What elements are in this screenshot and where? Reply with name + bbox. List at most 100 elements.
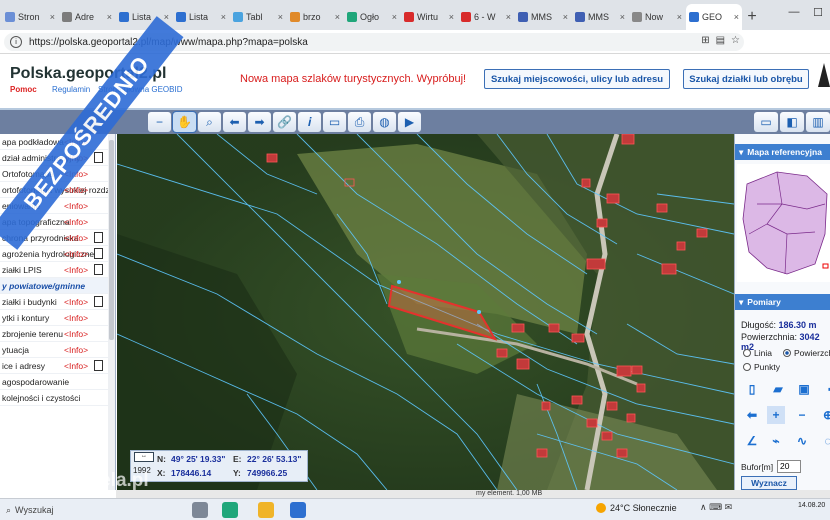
browser-tab[interactable]: Adre × [59, 4, 115, 30]
layer-info-link[interactable]: <Info> [64, 345, 88, 355]
undo-arrow-icon[interactable]: ⬅ [743, 406, 761, 424]
new-document-icon[interactable]: ▯ [743, 380, 761, 398]
close-tab-icon[interactable]: × [563, 12, 568, 22]
close-tab-icon[interactable]: × [221, 12, 226, 22]
close-tab-icon[interactable]: × [506, 12, 511, 22]
layer-info-link[interactable]: <Info> [64, 265, 88, 275]
layer-row[interactable]: ice i adresy <Info> [0, 358, 115, 374]
print-icon[interactable]: ⎙ [348, 112, 371, 132]
layer-row[interactable]: ziałki LPIS <Info> [0, 262, 115, 278]
polyline-icon[interactable]: ⌁ [767, 432, 785, 450]
coord-system-icon[interactable]: ↔ [134, 452, 154, 462]
map-canvas[interactable] [117, 134, 734, 490]
close-tab-icon[interactable]: × [734, 12, 739, 22]
maximize-icon[interactable]: ☐ [806, 0, 830, 24]
layer-info-link[interactable]: <Info> [64, 249, 88, 259]
legend-document-icon[interactable] [94, 152, 103, 163]
close-tab-icon[interactable]: × [620, 12, 625, 22]
layer-info-link[interactable]: <Info> [64, 329, 88, 339]
close-tab-icon[interactable]: × [50, 12, 55, 22]
buffer-icon[interactable]: ◌ [819, 432, 830, 450]
reader-icon[interactable]: ▤ [716, 35, 725, 46]
close-tab-icon[interactable]: × [677, 12, 682, 22]
browser-tab[interactable]: 6 - W × [458, 4, 514, 30]
layer-section[interactable]: y powiatowe/gminne [0, 278, 115, 294]
site-info-icon[interactable]: i [10, 36, 22, 48]
mode-area-radio[interactable]: Powierzchnia [783, 348, 830, 358]
new-tab-button[interactable]: + [743, 4, 761, 30]
clock[interactable]: 14.08.20 [798, 501, 825, 510]
layer-info-link[interactable]: <Info> [64, 361, 88, 371]
layer-row[interactable]: ytuacja <Info> [0, 342, 115, 358]
layer-info-link[interactable]: <Info> [64, 185, 88, 195]
buffer-input[interactable]: 20 [777, 460, 801, 473]
close-tab-icon[interactable]: × [335, 12, 340, 22]
translate-icon[interactable]: ⊞ [701, 35, 709, 46]
task-view-icon[interactable] [192, 502, 208, 518]
legend-document-icon[interactable] [94, 296, 103, 307]
layer-info-link[interactable]: <Info> [64, 313, 88, 323]
legend-document-icon[interactable] [94, 248, 103, 259]
move-point-icon[interactable]: ⊕ [819, 406, 830, 424]
browser-tab[interactable]: Tabl × [230, 4, 286, 30]
curve-icon[interactable]: ∿ [793, 432, 811, 450]
edge-icon[interactable] [222, 502, 238, 518]
address-bar[interactable]: i https://polska.geoportal2.pl/map/www/m… [4, 33, 744, 51]
layers-scroll-thumb[interactable] [109, 140, 114, 340]
layout-full-icon[interactable]: ▭ [754, 112, 778, 132]
browser-tab[interactable]: Ogło × [344, 4, 400, 30]
zoom-in-icon[interactable]: ⌕ [198, 112, 221, 132]
forward-arrow-icon[interactable]: ➡ [248, 112, 271, 132]
browser-tab[interactable]: MMS × [572, 4, 628, 30]
browser-tab[interactable]: GEO × [686, 4, 742, 30]
browser-tab[interactable]: brzo × [287, 4, 343, 30]
save-icon[interactable]: ▣ [795, 380, 813, 398]
layer-info-link[interactable]: <Info> [64, 201, 88, 211]
globe-icon[interactable]: ◍ [373, 112, 396, 132]
map-view[interactable] [117, 134, 734, 490]
measure-ruler-icon[interactable]: ▭ [323, 112, 346, 132]
layer-row[interactable]: ytki i kontury <Info> [0, 310, 115, 326]
layer-row[interactable]: agospodarowanie [0, 374, 115, 390]
layer-row[interactable]: zbrojenie terenu <Info> [0, 326, 115, 342]
layout-panel-icon[interactable]: ▥ [806, 112, 830, 132]
mode-line-radio[interactable]: Linia [743, 348, 772, 358]
folder-icon[interactable] [258, 502, 274, 518]
layer-info-link[interactable]: <Info> [64, 233, 88, 243]
video-icon[interactable]: ▶ [398, 112, 421, 132]
system-tray[interactable]: ∧ ⌨ ✉ [700, 502, 732, 513]
close-tab-icon[interactable]: × [449, 12, 454, 22]
info-icon[interactable]: 𝒊 [298, 112, 321, 132]
legend-document-icon[interactable] [94, 232, 103, 243]
layout-split-icon[interactable]: ◧ [780, 112, 804, 132]
compute-button[interactable]: Wyznacz [741, 476, 797, 490]
weather-widget[interactable]: 24°C Słonecznie [596, 503, 677, 513]
link-icon[interactable]: 🔗 [273, 112, 296, 132]
search-place-button[interactable]: Szukaj miejscowości, ulicy lub adresu [484, 69, 670, 89]
browser-tab[interactable]: Wirtu × [401, 4, 457, 30]
link-terms[interactable]: Regulamin [52, 85, 90, 94]
angle-icon[interactable]: ∠ [743, 432, 761, 450]
add-point-icon[interactable]: + [767, 406, 785, 424]
mode-points-radio[interactable]: Punkty [743, 362, 780, 372]
minimize-icon[interactable]: — [782, 0, 806, 24]
browser-tab[interactable]: Lista × [173, 4, 229, 30]
remove-point-icon[interactable]: − [793, 406, 811, 424]
open-folder-icon[interactable]: ▰ [769, 380, 787, 398]
search-plot-button[interactable]: Szukaj działki lub obrębu [683, 69, 809, 89]
promo-banner[interactable]: Nowa mapa szlaków turystycznych. Wypróbu… [240, 73, 466, 85]
close-tab-icon[interactable]: × [392, 12, 397, 22]
browser-tab[interactable]: MMS × [515, 4, 571, 30]
layer-info-link[interactable]: <Info> [64, 297, 88, 307]
reference-map[interactable] [737, 164, 830, 282]
legend-document-icon[interactable] [94, 360, 103, 371]
close-tab-icon[interactable]: × [107, 12, 112, 22]
close-tab-icon[interactable]: × [278, 12, 283, 22]
browser-tab[interactable]: Stron × [2, 4, 58, 30]
browser-tab[interactable]: Now × [629, 4, 685, 30]
taskbar-search[interactable]: ⌕ Wyszukaj [6, 502, 126, 518]
layer-info-link[interactable]: <Info> [64, 217, 88, 227]
measure-header[interactable]: ▾ Pomiary [735, 294, 830, 310]
pan-hand-icon[interactable]: ✋ [172, 111, 197, 133]
store-icon[interactable] [290, 502, 306, 518]
